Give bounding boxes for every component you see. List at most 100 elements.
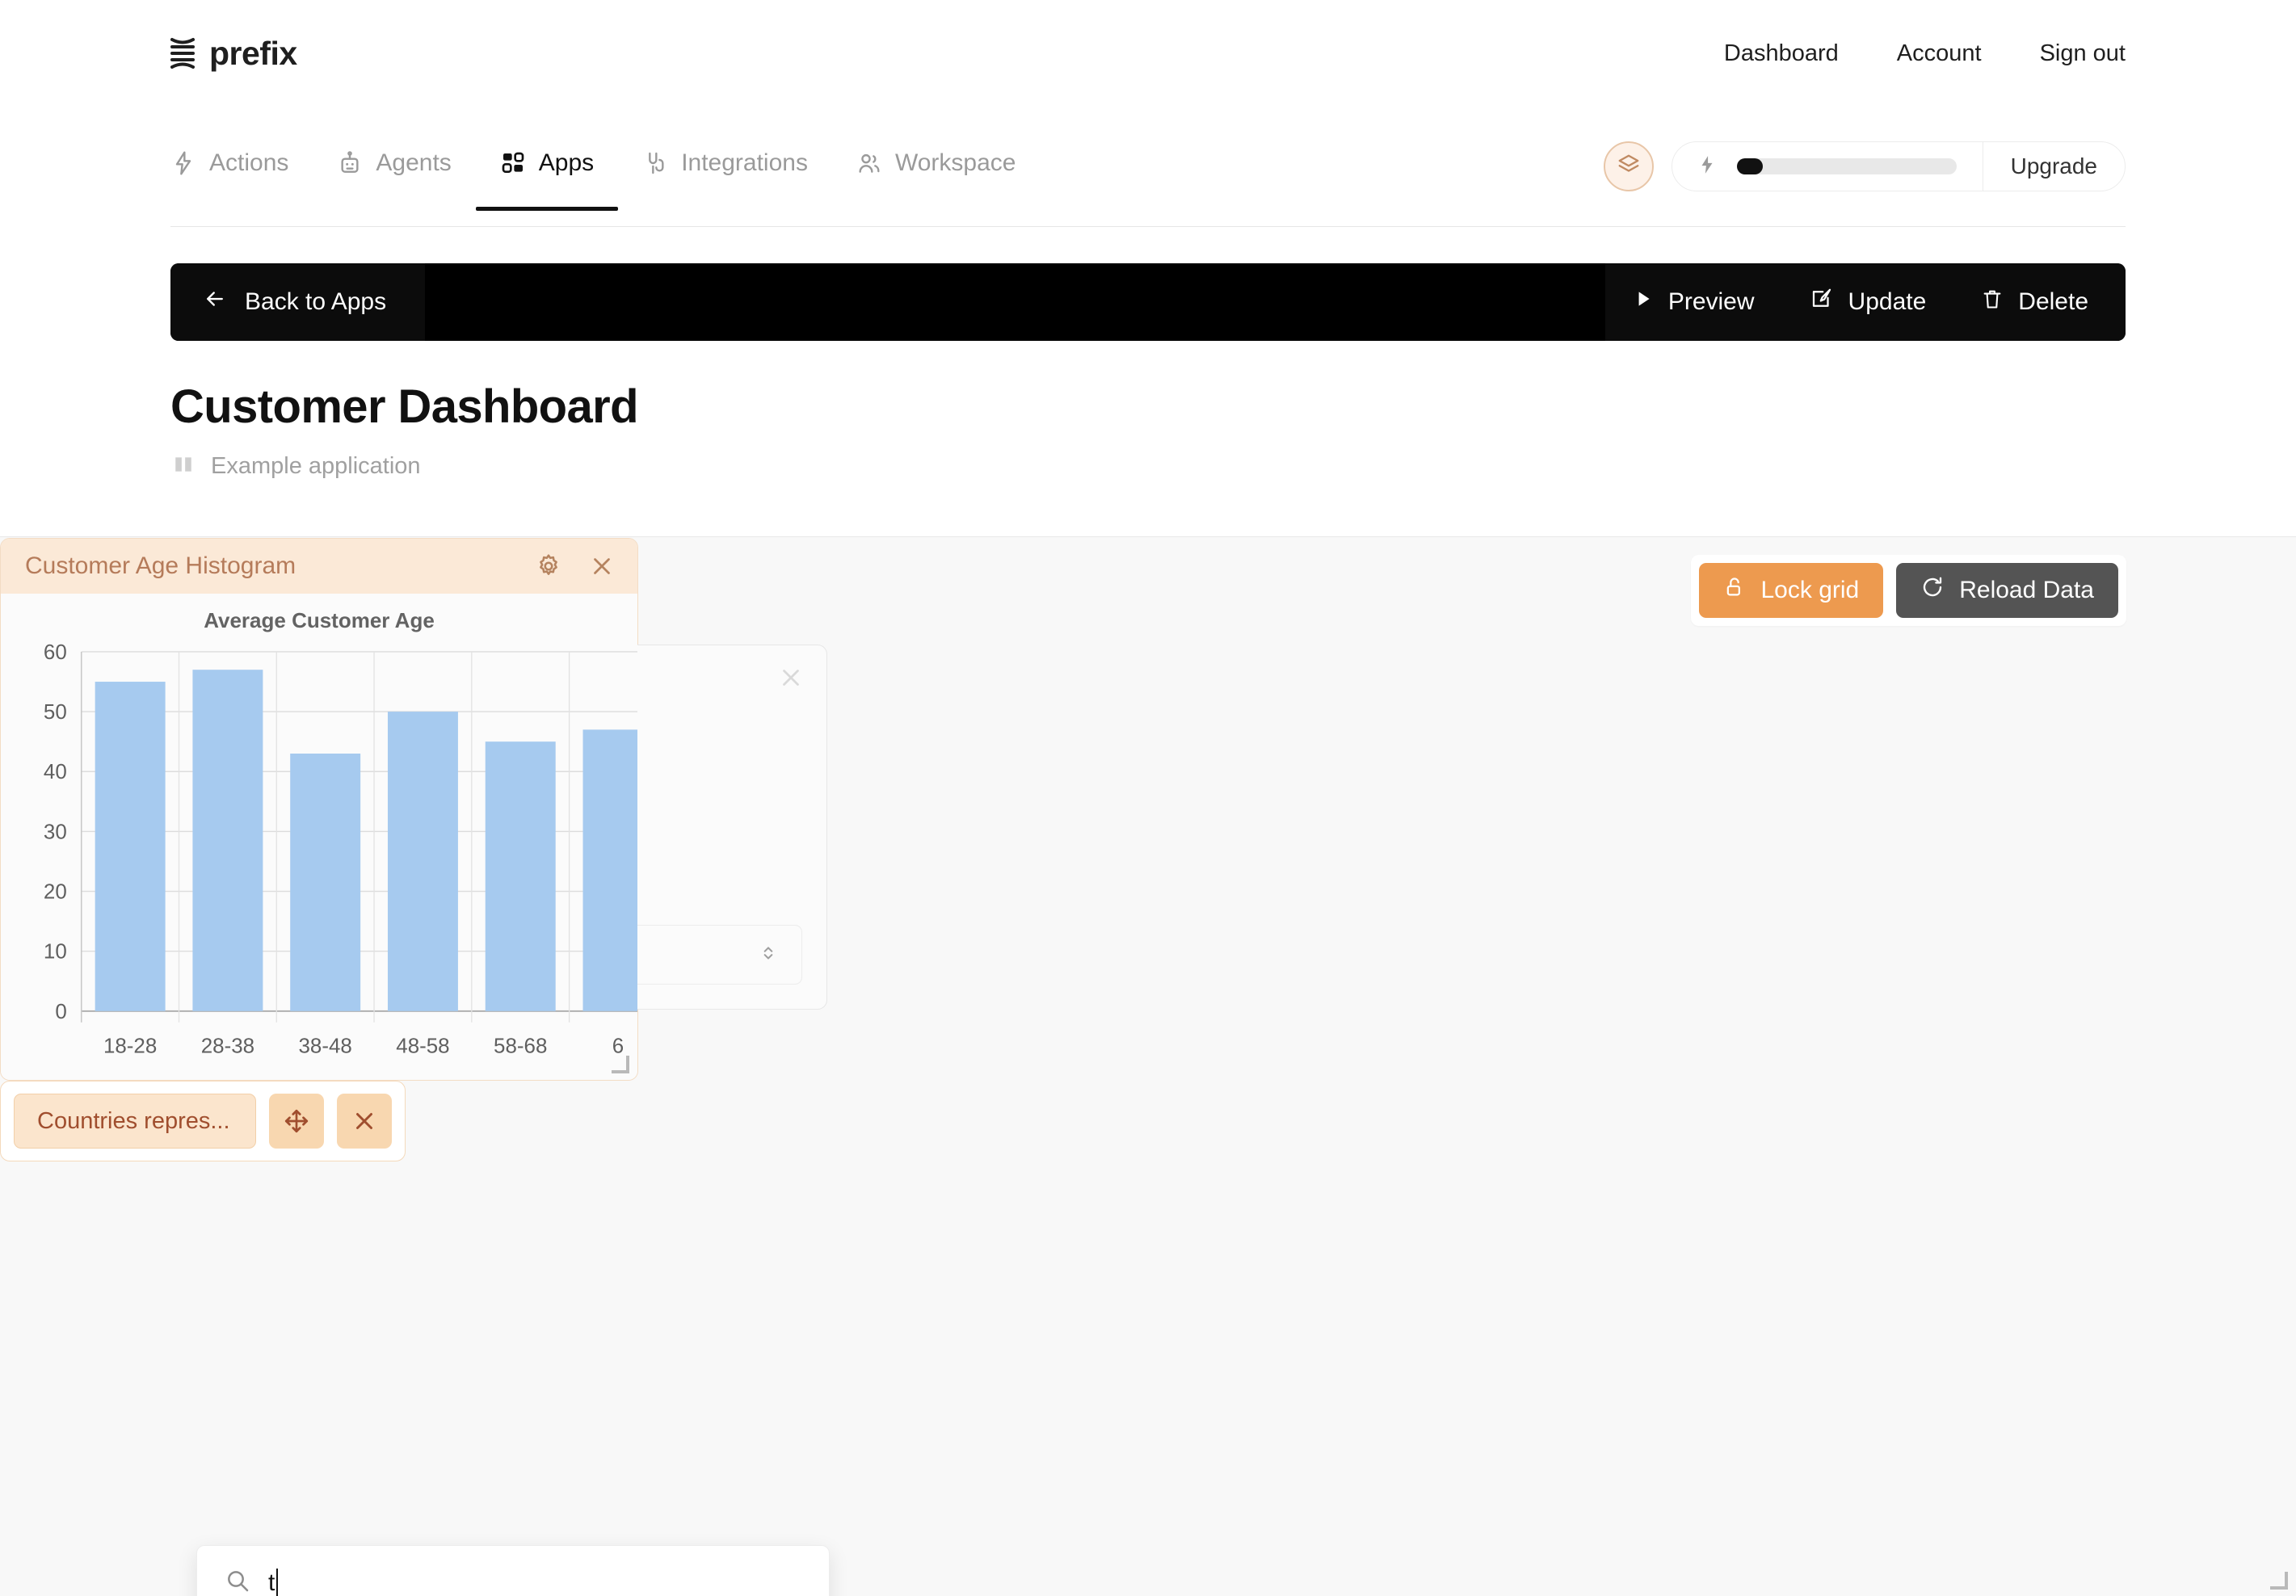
tabs-divider (170, 226, 2126, 227)
svg-text:40: 40 (44, 761, 67, 783)
avatar[interactable] (1603, 141, 1654, 191)
svg-text:28-38: 28-38 (201, 1035, 254, 1058)
layers-icon (1617, 153, 1641, 181)
action-bar-buttons: Preview Update Delete (1604, 263, 2126, 341)
back-to-apps-label: Back to Apps (245, 288, 387, 315)
close-icon[interactable] (773, 660, 809, 695)
search-icon (225, 1568, 250, 1596)
preview-button[interactable]: Preview (1605, 288, 1782, 317)
grid-toolbar: Lock grid Reload Data (1691, 555, 2126, 626)
tab-apps[interactable]: Apps (475, 141, 619, 211)
svg-text:58-68: 58-68 (494, 1035, 547, 1058)
brand-row: prefix Dashboard Account Sign out (170, 29, 2126, 78)
chart-widget-header-actions (532, 550, 618, 582)
robot-icon (337, 149, 363, 177)
dropdown-search-row[interactable]: t (197, 1546, 829, 1596)
svg-text:50: 50 (44, 701, 67, 724)
action-bar-spacer (425, 263, 1605, 341)
preview-label: Preview (1667, 288, 1755, 315)
tab-workspace[interactable]: Workspace (832, 141, 1041, 211)
reload-data-button[interactable]: Reload Data (1896, 563, 2118, 618)
svg-text:48-58: 48-58 (396, 1035, 449, 1058)
reload-data-label: Reload Data (1959, 577, 2094, 603)
edit-icon (1810, 287, 1834, 317)
arrow-left-icon (201, 287, 229, 317)
plug-icon (642, 149, 668, 177)
page-subtitle: Example application (211, 453, 421, 479)
lock-grid-label: Lock grid (1760, 577, 1860, 603)
tabs-row: Actions Agents Apps Integrations Workspa… (170, 141, 2126, 226)
brand-name: prefix (209, 34, 297, 72)
upgrade-button[interactable]: Upgrade (1982, 142, 2125, 191)
bar-chart: 0 10 20 30 40 50 60 18-28 28-38 38-48 48-58 58-68 6 (44, 641, 637, 1058)
move-icon[interactable] (269, 1094, 324, 1149)
countries-widget-name[interactable]: Countries repres... (14, 1094, 256, 1149)
update-label: Update (1848, 288, 1927, 315)
chart-widget-title: Customer Age Histogram (25, 552, 296, 579)
people-icon (856, 149, 882, 177)
tab-apps-label: Apps (538, 149, 595, 176)
credits-widget: Upgrade (1603, 141, 2126, 200)
page-subtitle-row: Example application (170, 453, 638, 480)
nav-dashboard[interactable]: Dashboard (1724, 40, 1839, 67)
nav-sign-out[interactable]: Sign out (2040, 40, 2126, 67)
svg-text:6: 6 (612, 1035, 624, 1058)
chart-widget-header: Customer Age Histogram (1, 539, 637, 594)
update-button[interactable]: Update (1782, 287, 1954, 317)
resize-handle-icon[interactable] (612, 1056, 629, 1073)
svg-text:30: 30 (44, 821, 67, 843)
play-icon (1633, 288, 1654, 317)
credits-progress-track (1736, 158, 1957, 174)
tab-workspace-label: Workspace (894, 149, 1016, 176)
credits-pill: Upgrade (1671, 141, 2126, 191)
page-title: Customer Dashboard (170, 380, 639, 433)
tab-integrations-label: Integrations (681, 149, 808, 176)
tab-agents-label: Agents (376, 149, 452, 176)
grid-icon (500, 149, 526, 177)
tab-integrations[interactable]: Integrations (618, 141, 832, 211)
app-root: prefix Dashboard Account Sign out Action… (0, 0, 2296, 1596)
tab-actions-label: Actions (209, 149, 289, 176)
refresh-icon (1920, 575, 1945, 606)
lightning-icon (1697, 153, 1718, 181)
customer-age-histogram-widget: Customer Age Histogram Average Customer … (0, 538, 638, 1081)
top-nav: Dashboard Account Sign out (1724, 40, 2126, 67)
svg-text:20: 20 (44, 881, 67, 904)
svg-text:10: 10 (44, 941, 67, 964)
chevron-up-down-icon (758, 939, 779, 971)
chart-title: Average Customer Age (204, 608, 435, 632)
delete-button[interactable]: Delete (1953, 287, 2116, 317)
close-icon[interactable] (586, 550, 618, 582)
svg-text:38-48: 38-48 (299, 1035, 352, 1058)
book-icon (172, 454, 195, 479)
app-action-bar: Back to Apps Preview Update Delete (170, 263, 2126, 341)
search-input[interactable]: t (268, 1568, 279, 1596)
unlock-icon (1723, 575, 1746, 606)
saved-paths-dropdown: t sheetTypeform responsesCreate Pie Char… (196, 1545, 830, 1596)
resize-handle-icon[interactable] (2270, 1572, 2288, 1590)
gear-icon[interactable] (532, 550, 565, 582)
tab-agents[interactable]: Agents (313, 141, 475, 211)
svg-text:18-28: 18-28 (103, 1035, 157, 1058)
title-block: Customer Dashboard Example application (170, 380, 639, 480)
text-caret (276, 1568, 279, 1596)
delete-label: Delete (2018, 288, 2088, 315)
app-grid-area: Lock grid Reload Data Select sa (0, 538, 2296, 1596)
search-input-value: t (268, 1569, 275, 1596)
trash-icon (1981, 287, 2004, 317)
page-header: prefix Dashboard Account Sign out Action… (0, 0, 2296, 537)
svg-text:60: 60 (44, 641, 67, 664)
countries-widget-collapsed: Countries repres... (0, 1081, 2288, 1590)
lock-grid-button[interactable]: Lock grid (1699, 563, 1884, 618)
main-tabs: Actions Agents Apps Integrations Workspa… (170, 141, 1040, 211)
chart-widget-body: Average Customer Age 0 10 20 30 40 50 60 18-28 2… (1, 594, 637, 1080)
nav-account[interactable]: Account (1897, 40, 1982, 67)
credits-progress-fill (1736, 158, 1764, 174)
brand[interactable]: prefix (170, 35, 297, 73)
tab-actions[interactable]: Actions (170, 141, 313, 211)
back-to-apps-button[interactable]: Back to Apps (170, 263, 426, 341)
lightning-icon (170, 149, 196, 177)
close-icon[interactable] (337, 1094, 392, 1149)
credits-meter (1672, 142, 1983, 191)
stacked-waves-icon (170, 36, 195, 70)
